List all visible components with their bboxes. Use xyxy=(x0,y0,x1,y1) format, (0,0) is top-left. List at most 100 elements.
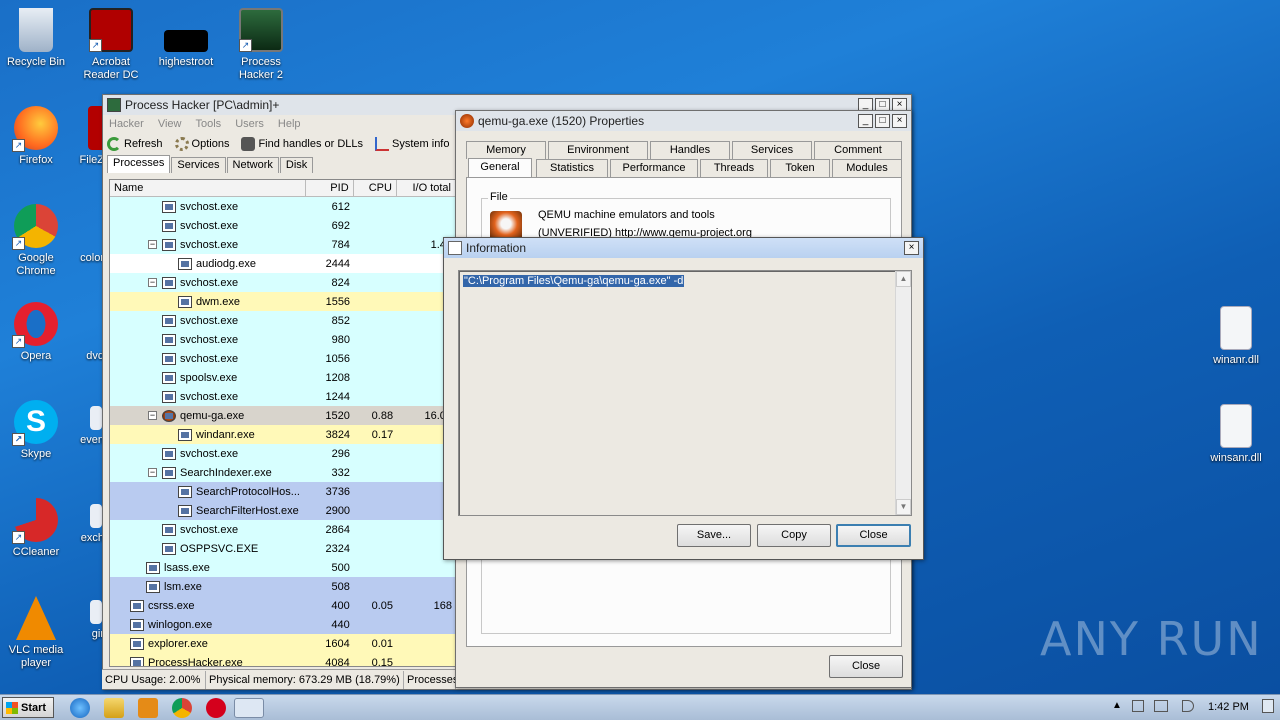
desktop-icon-filezilla[interactable]: FileZ xyxy=(64,106,108,166)
tab-services[interactable]: Services xyxy=(732,141,812,159)
tree-collapse-icon[interactable]: − xyxy=(148,278,157,287)
media-player-icon[interactable] xyxy=(138,698,158,718)
tree-collapse-icon[interactable]: − xyxy=(148,468,157,477)
table-row[interactable]: − SearchIndexer.exe 332 xyxy=(110,463,456,482)
props-close-button[interactable]: Close xyxy=(829,655,903,678)
table-row[interactable]: − svchost.exe 784 1.48 xyxy=(110,235,456,254)
table-row[interactable]: dwm.exe 1556 xyxy=(110,292,456,311)
info-titlebar[interactable]: Information × xyxy=(444,238,923,258)
table-row[interactable]: winlogon.exe 440 xyxy=(110,615,456,634)
desktop-icon-process-hacker[interactable]: ↗ Process Hacker 2 xyxy=(225,8,297,82)
system-info-button[interactable]: System info xyxy=(375,137,449,151)
options-button[interactable]: Options xyxy=(174,137,229,151)
tree-collapse-icon[interactable]: − xyxy=(148,411,157,420)
table-row[interactable]: svchost.exe 2864 xyxy=(110,520,456,539)
desktop-icon-gir[interactable]: gir xyxy=(76,600,104,640)
volume-icon[interactable] xyxy=(1182,700,1194,712)
table-row[interactable]: csrss.exe 400 0.05 168 xyxy=(110,596,456,615)
tab-handles[interactable]: Handles xyxy=(650,141,730,159)
table-row[interactable]: audiodg.exe 2444 xyxy=(110,254,456,273)
desktop-icon-ccleaner[interactable]: ↗ CCleaner xyxy=(0,498,72,558)
table-row[interactable]: svchost.exe 692 xyxy=(110,216,456,235)
desktop-icon-even[interactable]: even xyxy=(72,406,104,446)
copy-button[interactable]: Copy xyxy=(757,524,831,547)
table-row[interactable]: SearchFilterHost.exe 2900 xyxy=(110,501,456,520)
menu-help[interactable]: Help xyxy=(278,118,301,130)
tab-disk[interactable]: Disk xyxy=(279,157,314,173)
tab-network[interactable]: Network xyxy=(226,157,279,173)
menu-hacker[interactable]: Hacker xyxy=(109,118,144,130)
tab-environment[interactable]: Environment xyxy=(548,141,648,159)
tree-collapse-icon[interactable]: − xyxy=(148,240,157,249)
tab-statistics[interactable]: Statistics xyxy=(536,159,608,177)
clock-time[interactable]: 1:42 PM xyxy=(1208,701,1249,713)
tab-threads[interactable]: Threads xyxy=(700,159,768,177)
col-pid[interactable]: PID xyxy=(306,180,354,196)
table-row[interactable]: − svchost.exe 824 xyxy=(110,273,456,292)
table-row[interactable]: svchost.exe 612 xyxy=(110,197,456,216)
opera-icon[interactable] xyxy=(206,698,226,718)
desktop-icon-color[interactable]: color xyxy=(70,252,104,264)
process-list[interactable]: Name PID CPU I/O total svchost.exe 612 svc… xyxy=(109,179,457,667)
col-cpu[interactable]: CPU xyxy=(354,180,397,196)
refresh-button[interactable]: Refresh xyxy=(107,137,163,151)
network-icon[interactable] xyxy=(1154,700,1168,712)
tab-performance[interactable]: Performance xyxy=(610,159,698,177)
table-row[interactable]: svchost.exe 852 xyxy=(110,311,456,330)
menu-view[interactable]: View xyxy=(158,118,182,130)
table-row[interactable]: OSPPSVC.EXE 2324 xyxy=(110,539,456,558)
tab-processes[interactable]: Processes xyxy=(107,155,171,173)
menu-tools[interactable]: Tools xyxy=(196,118,222,130)
close-button[interactable]: × xyxy=(904,241,919,255)
desktop-icon-winsanr[interactable]: winsanr.dll xyxy=(1200,404,1272,464)
desktop-icon-exch[interactable]: exch xyxy=(72,504,104,544)
tab-services[interactable]: Services xyxy=(171,157,226,173)
find-handles-button[interactable]: Find handles or DLLs xyxy=(241,137,363,151)
tab-memory[interactable]: Memory xyxy=(466,141,546,159)
desktop-icon-recycle-bin[interactable]: Recycle Bin xyxy=(0,8,72,68)
desktop-icon-chrome[interactable]: ↗ Google Chrome xyxy=(0,204,72,278)
table-row[interactable]: spoolsv.exe 1208 xyxy=(110,368,456,387)
table-row[interactable]: svchost.exe 980 xyxy=(110,330,456,349)
desktop-icon-acrobat[interactable]: ↗ Acrobat Reader DC xyxy=(75,8,147,82)
desktop-icon-dvd[interactable]: dvd xyxy=(76,350,104,362)
tab-general[interactable]: General xyxy=(468,158,532,178)
info-textbox[interactable]: "C:\Program Files\Qemu-ga\qemu-ga.exe" -… xyxy=(458,270,912,516)
desktop-icon-winanr[interactable]: winanr.dll xyxy=(1200,306,1272,366)
desktop-icon-vlc[interactable]: VLC media player xyxy=(0,596,72,670)
menu-users[interactable]: Users xyxy=(235,118,264,130)
minimize-button[interactable]: _ xyxy=(858,114,873,128)
desktop-icon-highestroot[interactable]: highestroot xyxy=(150,8,222,68)
save-button[interactable]: Save... xyxy=(677,524,751,547)
maximize-button[interactable]: □ xyxy=(875,114,890,128)
process-hacker-icon[interactable] xyxy=(234,698,264,718)
tab-token[interactable]: Token xyxy=(770,159,830,177)
desktop-icon-skype[interactable]: S ↗ Skype xyxy=(0,400,72,460)
table-row[interactable]: SearchProtocolHos... 3736 xyxy=(110,482,456,501)
desktop-icon-firefox[interactable]: ↗ Firefox xyxy=(0,106,72,166)
tab-modules[interactable]: Modules xyxy=(832,159,902,177)
scroll-up-arrow[interactable]: ▲ xyxy=(896,271,911,287)
info-text[interactable]: "C:\Program Files\Qemu-ga\qemu-ga.exe" -… xyxy=(463,275,685,287)
tab-comment[interactable]: Comment xyxy=(814,141,902,159)
close-button[interactable]: × xyxy=(892,114,907,128)
table-row[interactable]: explorer.exe 1604 0.01 xyxy=(110,634,456,653)
table-row[interactable]: lsass.exe 500 xyxy=(110,558,456,577)
table-row[interactable]: lsm.exe 508 xyxy=(110,577,456,596)
start-button[interactable]: Start xyxy=(2,697,54,718)
show-desktop-icon[interactable] xyxy=(1262,699,1274,713)
table-row[interactable]: svchost.exe 296 xyxy=(110,444,456,463)
ie-icon[interactable] xyxy=(70,698,90,718)
chrome-icon[interactable] xyxy=(172,698,192,718)
col-io-total[interactable]: I/O total xyxy=(397,180,456,196)
table-row[interactable]: svchost.exe 1244 xyxy=(110,387,456,406)
table-row[interactable]: − qemu-ga.exe 1520 0.88 16.02 xyxy=(110,406,456,425)
tray-chevron-icon[interactable]: ▲ xyxy=(1112,700,1122,711)
props-titlebar[interactable]: qemu-ga.exe (1520) Properties _ □ × xyxy=(456,111,911,131)
table-row[interactable]: svchost.exe 1056 xyxy=(110,349,456,368)
info-close-button[interactable]: Close xyxy=(836,524,911,547)
scroll-down-arrow[interactable]: ▼ xyxy=(896,499,911,515)
desktop-icon-opera[interactable]: ↗ Opera xyxy=(0,302,72,362)
explorer-icon[interactable] xyxy=(104,698,124,718)
flag-icon[interactable] xyxy=(1132,700,1144,712)
